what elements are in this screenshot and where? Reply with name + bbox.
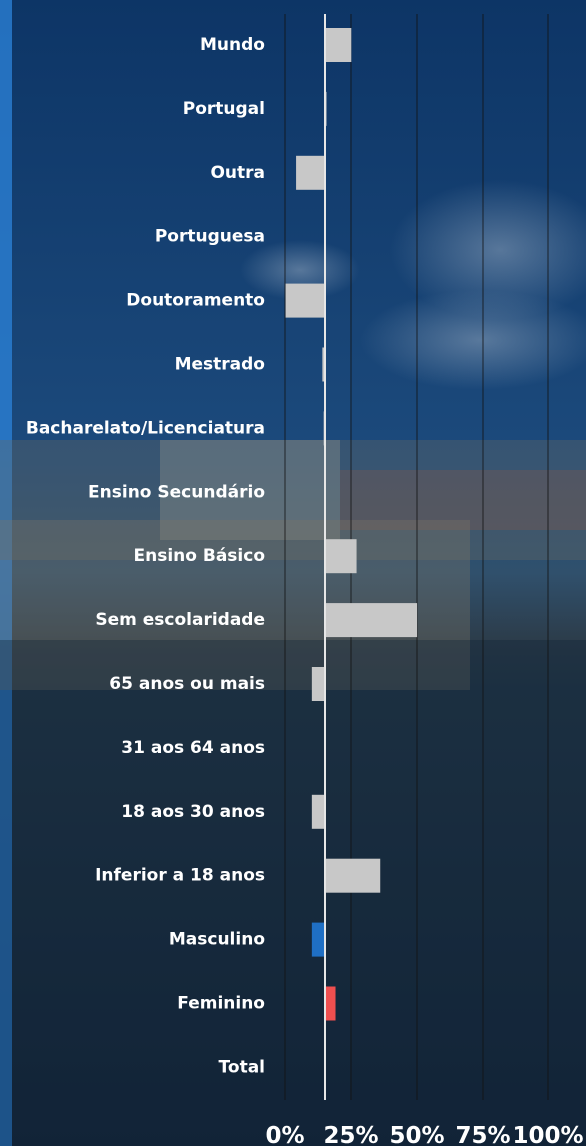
bar [325, 858, 381, 893]
bar [325, 28, 352, 62]
category-label: Mestrado [175, 355, 265, 375]
x-tick-label: 75% [455, 1123, 510, 1146]
category-label: Ensino Secundário [88, 482, 265, 502]
x-tick-label: 25% [323, 1123, 378, 1146]
category-label: 18 aos 30 anos [121, 802, 265, 822]
category-label: Mundo [200, 35, 265, 55]
bar [311, 667, 325, 701]
category-label: Bacharelato/Licenciatura [26, 418, 265, 438]
bar [325, 986, 336, 1021]
category-label: Total [219, 1057, 265, 1077]
category-label: Portuguesa [155, 227, 265, 247]
bar [325, 603, 418, 638]
x-tick-label: 0% [265, 1123, 304, 1146]
category-label: Inferior a 18 anos [95, 866, 265, 886]
category-label: Outra [210, 163, 265, 183]
bar [285, 283, 325, 318]
bar [325, 539, 357, 574]
bar [311, 922, 325, 957]
x-axis-tick-labels: 0% 25% 50% 75% 100% [265, 1123, 583, 1146]
x-tick-label: 50% [389, 1123, 444, 1146]
category-labels: Mundo Portugal Outra Portuguesa Doutoramento… [26, 35, 265, 1077]
x-tick-label: 100% [512, 1123, 583, 1146]
category-label: Ensino Básico [134, 546, 266, 566]
category-label: Masculino [169, 930, 265, 950]
category-label: 65 anos ou mais [109, 674, 265, 694]
bar [296, 155, 325, 190]
category-label: Portugal [183, 99, 265, 119]
category-label: 31 aos 64 anos [121, 738, 265, 758]
bar-chart: Mundo Portugal Outra Portuguesa Doutoramento… [26, 14, 584, 1146]
category-label: Doutoramento [126, 291, 265, 311]
bar [311, 794, 325, 829]
category-label: Sem escolaridade [95, 610, 265, 630]
category-label: Feminino [177, 994, 265, 1014]
